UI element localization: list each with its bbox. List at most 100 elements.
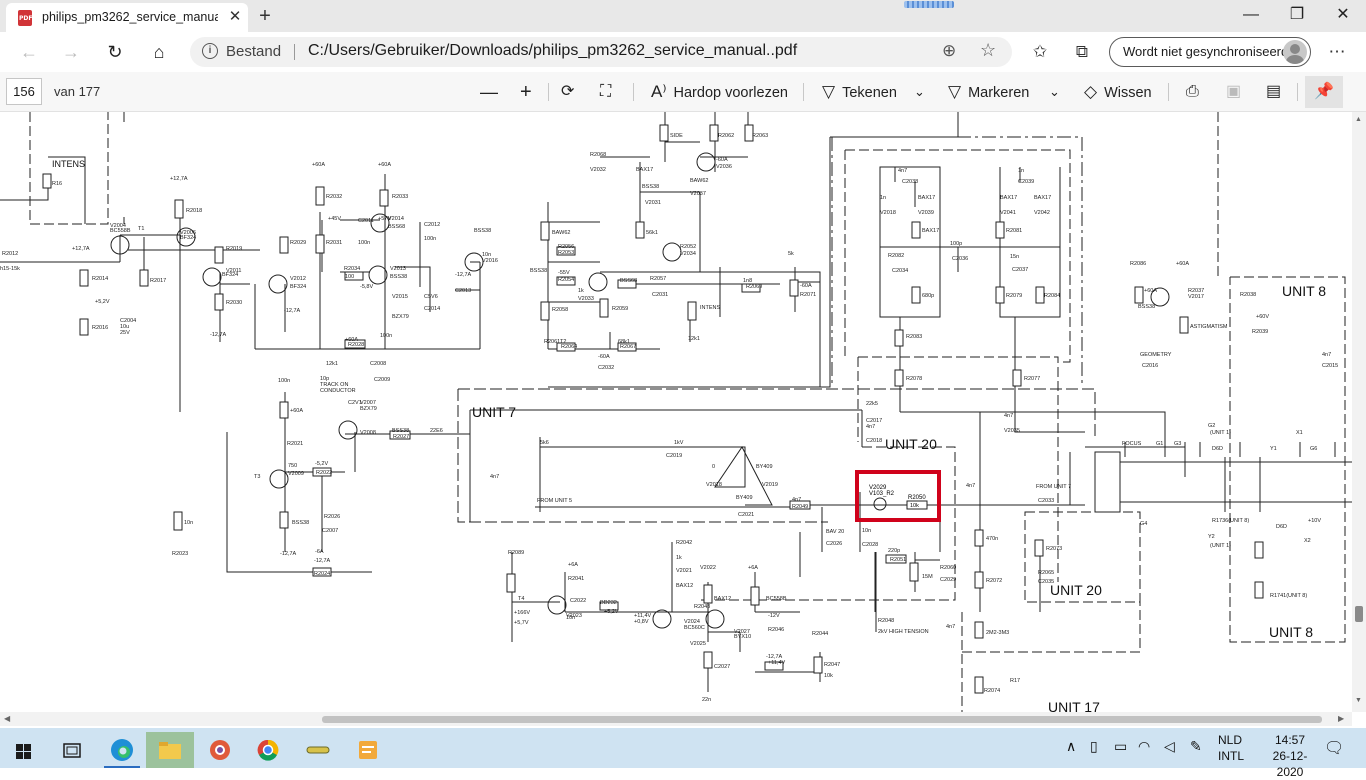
component-label: R2086 [1130,261,1146,267]
file-explorer-taskbar-button[interactable] [146,732,194,768]
component-label: C2015 [1322,363,1338,369]
save-button[interactable]: ▣ [1226,81,1241,103]
edge-taskbar-button[interactable] [98,732,146,768]
keys-taskbar-button[interactable] [294,732,342,768]
component-label: -12,7A [210,332,227,338]
component-label: +166V [514,610,530,616]
component-label: +12,7A [72,246,90,252]
page-number-input[interactable]: 156 [6,78,42,105]
v2029-symbol [873,497,887,511]
chrome-alt-taskbar-button[interactable] [196,732,244,768]
component-label: 1k [578,288,584,294]
pdf-page-view[interactable]: V2029 V103_R2 R2050 10k UNIT 7 UNIT 20 U… [0,112,1352,712]
component-label: 10n [862,528,871,534]
component-label: T4 [518,596,524,602]
r2050-label: R2050 [908,495,926,501]
refresh-button[interactable]: ↻ [100,38,130,66]
input-language[interactable]: NLD INTL [1218,732,1254,764]
component-label: +0,8V [634,619,649,625]
component-label: V2023 [566,613,582,619]
component-label: R2063 [752,133,768,139]
scroll-thumb[interactable] [322,716,1322,723]
scroll-down-icon[interactable]: ▼ [1355,697,1362,704]
draw-button[interactable]: ▽ Tekenen [822,81,897,103]
component-label: h15-15k [0,266,20,272]
component-label: R17 [1010,678,1020,684]
component-label: BC558B [110,228,131,234]
draw-icon: ▽ [822,82,836,101]
component-label: C2V1 [348,400,362,406]
info-icon[interactable]: i [202,43,218,59]
task-view-button[interactable] [48,732,96,768]
read-aloud-button[interactable]: A⁾ Hardop voorlezen [651,81,788,103]
volume-icon[interactable]: ◁ [1164,738,1175,755]
scroll-right-icon[interactable]: ▶ [1338,714,1344,723]
show-hidden-icons-icon[interactable]: ∧ [1066,738,1076,755]
minimize-button[interactable]: — [1228,0,1274,32]
component-label: R2073 [1046,546,1062,552]
restore-button[interactable]: ❐ [1274,0,1320,32]
device-icon[interactable]: ▯ [1090,738,1098,755]
component-label: 5k6 [540,440,549,446]
erase-button[interactable]: ◇ Wissen [1084,81,1152,103]
draw-options-button[interactable]: ⌄ [914,81,925,103]
favorite-star-icon[interactable]: ☆ [980,40,996,61]
clock[interactable]: 14:57 26-12-2020 [1262,732,1318,780]
component-label: V2009 [288,471,304,477]
notes-taskbar-button[interactable] [344,732,392,768]
component-label: 100 [345,274,354,280]
unit-label: UNIT 20 [1050,582,1102,598]
component-label: +60A [290,408,303,414]
battery-icon[interactable]: ▭ [1114,738,1127,755]
home-button[interactable]: ⌂ [144,38,174,66]
address-bar[interactable]: i Bestand C:/Users/Gebruiker/Downloads/p… [190,37,1012,67]
pin-toolbar-button[interactable]: 📌 [1305,76,1343,108]
url-text[interactable]: C:/Users/Gebruiker/Downloads/philips_pm3… [308,42,797,60]
scroll-left-icon[interactable]: ◀ [4,714,10,723]
scroll-thumb[interactable] [1355,606,1363,622]
component-label: 100n [278,378,290,384]
component-label: BC558B [766,596,787,602]
zoom-in-button[interactable]: + [520,81,532,103]
zoom-icon[interactable]: ⊕ [942,41,956,61]
scroll-up-icon[interactable]: ▲ [1355,116,1362,123]
favorites-icon[interactable]: ✩ [1028,40,1052,64]
component-label: -12,7A [455,272,472,278]
more-menu-icon[interactable]: ⋯ [1325,40,1349,64]
horizontal-scrollbar[interactable]: ◀ ▶ [0,712,1352,726]
highlight-button[interactable]: ▽ Markeren [948,81,1029,103]
profile-sync-button[interactable]: Wordt niet gesynchroniseerd [1109,37,1311,67]
vertical-scrollbar[interactable]: ▲ ▼ [1352,112,1366,712]
back-button[interactable]: ← [14,38,44,66]
pen-icon[interactable]: ✎ [1190,738,1202,755]
component-label: 1n [1018,168,1024,174]
fit-page-button[interactable]: ⛶ [600,81,611,103]
component-label: BSS38 [642,184,659,190]
start-button[interactable] [0,732,48,768]
component-label: V2018 [880,210,896,216]
component-label: BAV 20 [826,529,844,535]
wifi-icon[interactable]: ◠ [1138,738,1150,755]
print-button[interactable]: ⎙ [1186,81,1199,103]
zoom-out-button[interactable]: — [480,81,498,103]
component-label: C2011 [358,218,374,224]
browser-tab[interactable]: philips_pm3262_service_manual.. ✕ [6,3,248,32]
forward-button[interactable]: → [56,38,86,66]
component-label: C2031 [652,292,668,298]
component-label: 56k1 [646,230,658,236]
notifications-icon[interactable]: 🗨 [1324,738,1344,758]
new-tab-button[interactable]: + [254,5,276,27]
refresh-icon: ↻ [107,42,123,62]
rotate-button[interactable]: ⟳ [561,81,574,103]
fit-page-icon: ⛶ [600,83,612,100]
component-label: INTENS [700,305,721,311]
tab-close-button[interactable]: ✕ [226,8,244,26]
save-as-button[interactable]: ▤ [1266,81,1281,103]
component-label: BAX17 [1034,195,1051,201]
chrome-taskbar-button[interactable] [244,732,292,768]
close-window-button[interactable]: ✕ [1320,0,1366,32]
component-label: 1k [676,555,682,561]
component-label: BF324 [290,284,306,290]
collections-icon[interactable]: ⧉ [1070,40,1094,64]
highlight-options-button[interactable]: ⌄ [1049,81,1060,103]
